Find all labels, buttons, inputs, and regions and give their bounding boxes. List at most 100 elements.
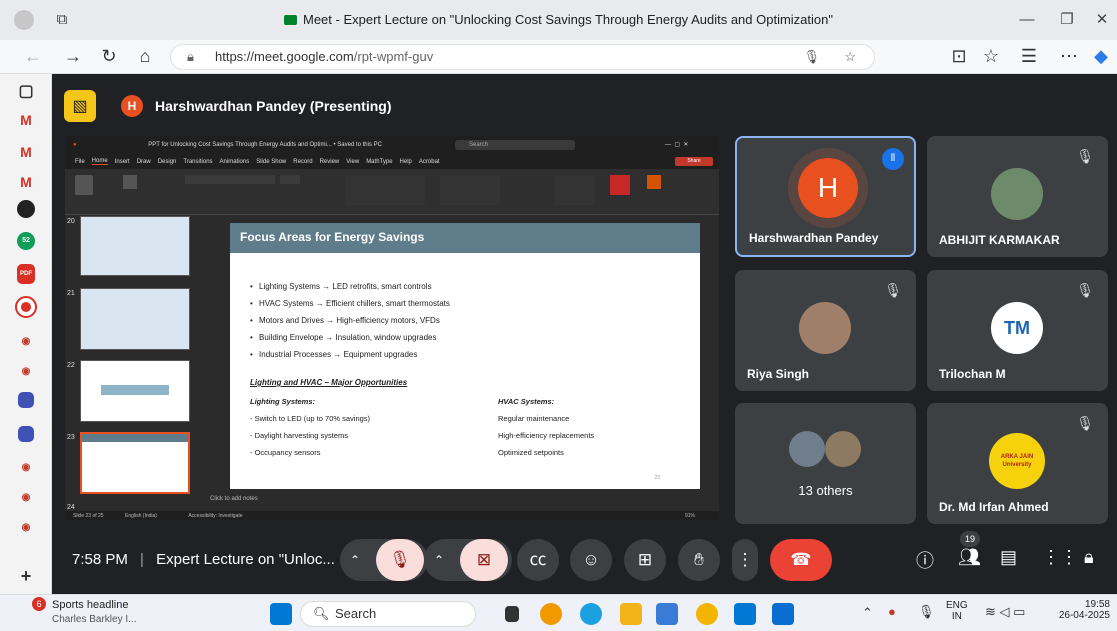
camera-control[interactable]: ⌃ ⊠: [424, 539, 512, 581]
editing-group[interactable]: [555, 175, 595, 205]
create-pdf-icon[interactable]: [610, 175, 630, 195]
app-icon[interactable]: [540, 603, 562, 625]
app-icon[interactable]: ◉: [14, 330, 38, 354]
people-icon[interactable]: 👥︎: [958, 547, 981, 568]
language-status[interactable]: English (India): [125, 513, 157, 519]
captions-icon[interactable]: ㏄: [517, 539, 559, 581]
app-icon[interactable]: [696, 603, 718, 625]
current-slide[interactable]: Focus Areas for Energy Savings • Lightin…: [230, 223, 700, 489]
ppt-menu-item[interactable]: Transitions: [183, 159, 212, 165]
more-menu-icon[interactable]: ⋯: [1058, 46, 1080, 67]
ppt-menu-item[interactable]: View: [346, 159, 359, 165]
tray-app-icon[interactable]: ●: [888, 604, 896, 619]
add-ins-icon[interactable]: [647, 175, 661, 189]
reload-icon[interactable]: ↻: [98, 46, 120, 67]
app-icon[interactable]: ◉: [14, 516, 38, 540]
close-icon[interactable]: ✕: [1092, 10, 1112, 30]
wifi-volume-battery-icon[interactable]: ≋ ◁ ▭: [985, 604, 1025, 620]
activities-icon[interactable]: ⋮⋮: [1042, 547, 1078, 568]
tabs-icon[interactable]: ▢: [14, 80, 38, 104]
app-icon[interactable]: [18, 392, 34, 408]
language-indicator[interactable]: ENG IN: [946, 600, 968, 622]
emoji-icon[interactable]: ☺: [570, 539, 612, 581]
notes-pane[interactable]: Click to add notes: [210, 496, 258, 502]
present-screen-icon[interactable]: ⊞: [624, 539, 666, 581]
minimize-icon[interactable]: —: [1017, 10, 1037, 30]
ppt-menu-item[interactable]: File: [75, 159, 85, 165]
meeting-details-icon[interactable]: ⓘ: [916, 547, 934, 573]
add-sidebar-app-icon[interactable]: +: [14, 564, 38, 588]
ppt-menu-item[interactable]: Home: [91, 158, 108, 165]
record-icon[interactable]: [15, 296, 37, 318]
slide-thumbnail[interactable]: [80, 360, 190, 422]
more-options-icon[interactable]: ⋮: [732, 539, 758, 581]
camera-off-icon[interactable]: ⊠: [460, 539, 508, 581]
camera-options-icon[interactable]: ⌃: [434, 539, 444, 581]
participant-tile[interactable]: 🎙︎ TM Trilochan M: [927, 270, 1108, 391]
slide-thumbnail-selected[interactable]: [80, 432, 190, 494]
participant-tile[interactable]: H ⦀ Harshwardhan Pandey: [735, 136, 916, 257]
forward-icon[interactable]: →: [62, 46, 84, 67]
mic-options-icon[interactable]: ⌃: [350, 539, 360, 581]
participant-tile[interactable]: 🎙︎ Riya Singh: [735, 270, 916, 391]
file-explorer-icon[interactable]: [620, 603, 642, 625]
accessibility-status[interactable]: Accessibility: Investigate: [188, 513, 242, 519]
ppt-menu-item[interactable]: MathType: [366, 159, 392, 165]
favorites-icon[interactable]: ☆: [980, 46, 1002, 67]
url-field[interactable]: 🔒︎ https://meet.google.com/rpt-wpmf-guv …: [170, 44, 875, 70]
drawing-group[interactable]: [440, 175, 500, 205]
home-icon[interactable]: ⌂: [134, 46, 156, 67]
ppt-menu-item[interactable]: Draw: [137, 159, 151, 165]
ppt-menu-item[interactable]: Record: [293, 159, 312, 165]
tray-mic-icon[interactable]: 🎙︎: [918, 604, 935, 620]
chat-icon[interactable]: ▤: [1000, 547, 1017, 568]
gmail-icon[interactable]: M: [14, 140, 38, 164]
ppt-menu-item[interactable]: Acrobat: [419, 159, 440, 165]
ppt-menu-item[interactable]: Review: [320, 159, 340, 165]
store-icon[interactable]: [734, 603, 756, 625]
app-icon[interactable]: [17, 200, 35, 218]
participant-tile[interactable]: 🎙︎ ARKA JAIN University Dr. Md Irfan Ahm…: [927, 403, 1108, 524]
raise-hand-icon[interactable]: ✋︎: [678, 539, 720, 581]
ppt-search-box[interactable]: Search: [455, 140, 575, 150]
restore-icon[interactable]: ❐: [1057, 10, 1077, 30]
ppt-menu-item[interactable]: Design: [158, 159, 177, 165]
intel-icon[interactable]: [772, 603, 794, 625]
app-icon[interactable]: ◉: [14, 360, 38, 384]
tray-overflow-icon[interactable]: ⌃: [862, 605, 873, 621]
app-icon[interactable]: [656, 603, 678, 625]
app-icon[interactable]: [18, 426, 34, 442]
app-icon[interactable]: ◉: [14, 486, 38, 510]
start-icon[interactable]: [270, 603, 292, 625]
app-available-icon[interactable]: ⊡: [948, 46, 970, 67]
slide-thumbnail[interactable]: [80, 216, 190, 276]
taskbar-clock[interactable]: 19:58 26-04-2025: [1050, 599, 1110, 621]
new-slide-icon[interactable]: [123, 175, 137, 189]
participant-tile[interactable]: 13 others: [735, 403, 916, 524]
news-title[interactable]: Sports headline: [52, 599, 128, 611]
news-subtitle[interactable]: Charles Barkley I...: [52, 614, 136, 625]
back-icon[interactable]: ←: [22, 46, 44, 67]
ppt-menu-item[interactable]: Slide Show: [256, 159, 286, 165]
ppt-menu-item[interactable]: Help: [400, 159, 412, 165]
share-button[interactable]: Share: [675, 157, 713, 166]
zoom-level[interactable]: 91%: [685, 511, 695, 521]
participant-tile[interactable]: 🎙︎ ABHIJIT KARMAKAR: [927, 136, 1108, 257]
ppt-window-controls[interactable]: — ▢ ✕: [665, 136, 688, 154]
page-info-icon[interactable]: 🔒︎: [187, 45, 194, 69]
slide-thumbnail[interactable]: [80, 288, 190, 350]
pdf-icon[interactable]: PDF: [17, 264, 35, 284]
app-icon[interactable]: ◉: [14, 456, 38, 480]
gmail-icon[interactable]: M: [14, 108, 38, 132]
presentation-icon[interactable]: ▧: [64, 90, 96, 122]
ppt-menu-item[interactable]: Animations: [220, 159, 250, 165]
mic-control[interactable]: ⌃ 🎙︎: [340, 539, 428, 581]
taskbar-search[interactable]: 🔍︎ Search: [300, 601, 476, 627]
task-view-icon[interactable]: [505, 606, 519, 622]
mic-icon[interactable]: 🎙︎: [803, 45, 820, 69]
font-size-box[interactable]: [280, 175, 300, 184]
ppt-menu-item[interactable]: Insert: [115, 159, 130, 165]
font-name-box[interactable]: [185, 175, 275, 184]
gmail-icon[interactable]: M: [14, 170, 38, 194]
app-icon[interactable]: 52: [17, 232, 35, 250]
